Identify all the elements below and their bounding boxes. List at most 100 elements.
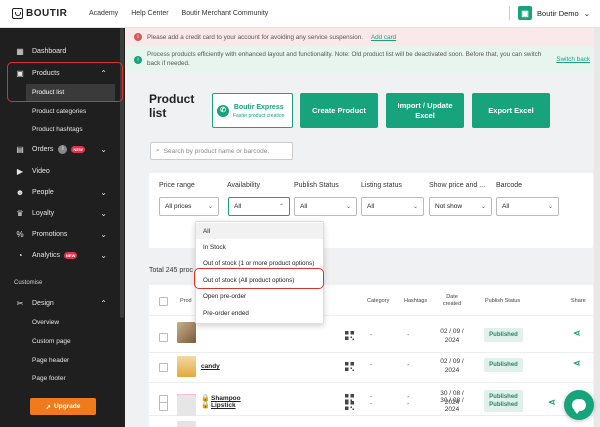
page-scrollbar[interactable] xyxy=(594,28,600,427)
category-value: - xyxy=(370,362,373,369)
price-range-select[interactable]: All prices ⌄ xyxy=(159,197,219,216)
sidebar-item-label: Orders xyxy=(32,145,54,153)
option-pre-order-ended[interactable]: Pre-order ended xyxy=(196,305,323,321)
listing-status-select[interactable]: All ⌄ xyxy=(361,197,424,216)
chevron-down-icon: ⌄ xyxy=(100,250,107,260)
col-publish-status: Publish Status xyxy=(485,298,521,304)
chevron-down-icon: ⌄ xyxy=(100,187,107,197)
info-icon: i xyxy=(134,55,142,64)
row-checkbox[interactable] xyxy=(159,402,168,411)
chevron-down-icon: ⌄ xyxy=(100,229,107,239)
export-excel-button[interactable]: Export Excel xyxy=(472,93,550,128)
video-icon: ▶ xyxy=(16,166,24,176)
sidebar-item-product-hashtags[interactable]: Product hashtags xyxy=(0,121,125,138)
hashtags-value: - xyxy=(407,401,410,408)
option-open-pre-order[interactable]: Open pre-order xyxy=(196,288,323,304)
sidebar-item-people[interactable]: ☻ People ⌄ xyxy=(0,183,125,201)
select-value: All xyxy=(300,203,308,210)
search-icon: ⌕ xyxy=(156,147,160,154)
date-line1: 02 / 09 / xyxy=(440,328,464,335)
top-bar: BOUTIR Academy Help Center Boutir Mercha… xyxy=(0,0,600,28)
option-in-stock[interactable]: In Stock xyxy=(196,239,323,255)
sidebar-item-dashboard[interactable]: ▦ Dashboard xyxy=(0,42,125,60)
divider xyxy=(149,352,593,353)
sidebar-item-product-categories[interactable]: Product categories xyxy=(0,103,125,120)
upgrade-button[interactable]: ➚ Upgrade xyxy=(30,398,96,415)
import-excel-button[interactable]: Import / Update Excel xyxy=(386,93,464,128)
date-line2: 2024 xyxy=(444,406,460,413)
chat-icon xyxy=(572,399,586,414)
sidebar-item-overview[interactable]: Overview xyxy=(0,314,125,331)
search-input[interactable]: ⌕ Search by product name or barcode. xyxy=(150,142,293,160)
sidebar-item-page-header[interactable]: Page header xyxy=(0,352,125,369)
highlight-annotation xyxy=(194,268,324,289)
sidebar-item-label: Analytics xyxy=(32,251,61,259)
orders-icon: ▤ xyxy=(16,144,24,154)
row-checkbox[interactable] xyxy=(159,363,168,372)
nav-community[interactable]: Boutir Merchant Community xyxy=(182,10,269,17)
qr-code-icon[interactable] xyxy=(345,362,354,371)
loyalty-icon: ♛ xyxy=(16,208,24,218)
share-icon[interactable]: ⋖ xyxy=(573,358,581,369)
option-all[interactable]: All xyxy=(196,223,323,239)
sidebar-item-orders[interactable]: ▤ Orders i NEW ⌄ xyxy=(0,140,125,158)
publish-status-select[interactable]: All ⌄ xyxy=(294,197,357,216)
create-product-button[interactable]: Create Product xyxy=(300,93,378,128)
product-name-link[interactable]: Lipstick xyxy=(211,402,236,409)
total-count: Total 245 proc xyxy=(149,267,193,274)
top-nav: Academy Help Center Boutir Merchant Comm… xyxy=(89,10,268,17)
add-card-link[interactable]: Add card xyxy=(371,34,396,41)
account-menu[interactable]: ▣ Boutir Demo ⌄ xyxy=(509,6,590,20)
show-price-select[interactable]: Not show ⌄ xyxy=(429,197,492,216)
barcode-select[interactable]: All ⌄ xyxy=(496,197,559,216)
info-icon: i xyxy=(134,33,142,41)
filter-label-show-price: Show price and ... xyxy=(429,182,486,189)
boutir-express-button[interactable]: ✆ Boutir Express Faster product creation xyxy=(212,93,293,128)
qr-code-icon[interactable] xyxy=(345,331,354,340)
whatsapp-icon: ✆ xyxy=(217,104,229,117)
nav-academy[interactable]: Academy xyxy=(89,10,118,17)
select-value: All prices xyxy=(165,203,192,210)
sidebar-item-promotions[interactable]: % Promotions ⌄ xyxy=(0,225,125,243)
filter-label-barcode: Barcode xyxy=(496,182,523,189)
select-all-checkbox[interactable] xyxy=(159,297,168,306)
sidebar-item-page-footer[interactable]: Page footer xyxy=(0,370,125,387)
availability-select[interactable]: All ⌃ xyxy=(228,197,290,216)
share-icon[interactable]: ⋖ xyxy=(573,328,581,339)
select-value: All xyxy=(502,203,510,210)
sidebar-item-loyalty[interactable]: ♛ Loyalty ⌄ xyxy=(0,204,125,222)
hashtags-value: - xyxy=(407,394,410,401)
info-icon: i xyxy=(58,144,68,154)
sidebar-item-video[interactable]: ▶ Video xyxy=(0,162,125,180)
sidebar-item-label: Video xyxy=(32,167,50,175)
sidebar-item-custom-page[interactable]: Custom page xyxy=(0,333,125,350)
product-name-link[interactable]: Shampoo xyxy=(211,395,241,402)
chat-button[interactable] xyxy=(564,390,594,420)
divider xyxy=(509,6,511,20)
chevron-down-icon: ⌄ xyxy=(100,208,107,218)
share-icon[interactable]: ⋖ xyxy=(548,397,556,408)
sidebar-item-design[interactable]: ✂ Design ⌃ xyxy=(0,294,125,312)
col-product: Prod xyxy=(180,298,192,304)
col-share: Share xyxy=(571,298,586,304)
nav-help-center[interactable]: Help Center xyxy=(131,10,168,17)
product-thumbnail xyxy=(177,395,196,416)
boutir-logo[interactable]: BOUTIR xyxy=(12,8,72,19)
product-name-link[interactable]: candy xyxy=(201,363,220,370)
status-badge: Published xyxy=(484,358,523,372)
filter-label-price: Price range xyxy=(159,182,195,189)
chevron-up-icon: ⌃ xyxy=(278,204,284,210)
switch-back-link[interactable]: Switch back xyxy=(556,56,590,63)
chevron-up-icon: ⌃ xyxy=(100,298,107,308)
highlight-annotation xyxy=(7,62,123,102)
row-checkbox[interactable] xyxy=(159,333,168,342)
date-line1: 02 / 09 / xyxy=(440,358,464,365)
new-badge: NEW xyxy=(71,145,85,153)
qr-code-icon[interactable] xyxy=(345,401,354,410)
product-thumbnail xyxy=(177,322,196,343)
store-icon: ▣ xyxy=(518,6,533,20)
analytics-icon: ◔ xyxy=(17,250,23,260)
date-line2: 2024 xyxy=(444,367,460,374)
boutir-express-sub: Faster product creation xyxy=(233,112,285,119)
sidebar-item-analytics[interactable]: ◔ Analytics NEW ⌄ xyxy=(0,246,125,264)
